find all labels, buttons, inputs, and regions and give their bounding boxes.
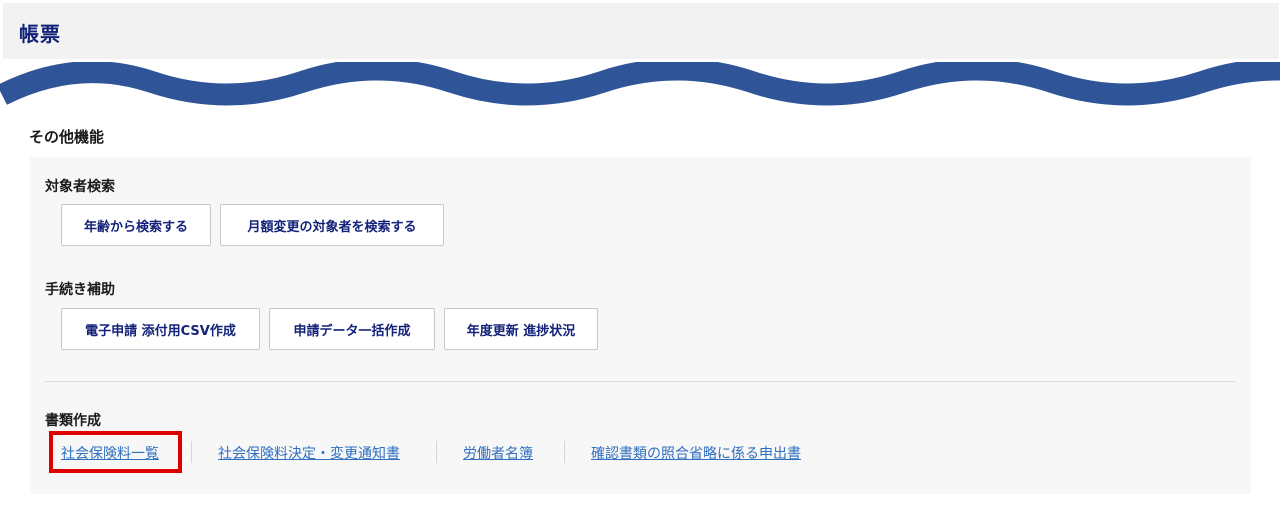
group-label-documents: 書類作成 [45, 413, 101, 429]
wave-line [0, 62, 1280, 106]
link-separator [564, 441, 565, 463]
section-divider [45, 381, 1235, 382]
bulk-application-button[interactable]: 申請データ一括作成 [269, 308, 435, 350]
section-title: その他機能 [29, 128, 105, 146]
link-verification-omission-request[interactable]: 確認書類の照合省略に係る申出書 [591, 443, 801, 463]
functions-panel: 対象者検索 年齢から検索する 月額変更の対象者を検索する 手続き補助 電子申請 … [30, 157, 1251, 494]
highlight-box [49, 431, 182, 473]
search-monthly-change-button[interactable]: 月額変更の対象者を検索する [220, 204, 444, 246]
group-label-search: 対象者検索 [45, 179, 115, 195]
link-insurance-notice[interactable]: 社会保険料決定・変更通知書 [218, 443, 400, 463]
search-by-age-button[interactable]: 年齢から検索する [61, 204, 211, 246]
page-header: 帳票 [3, 3, 1279, 59]
group-label-assist: 手続き補助 [45, 282, 115, 298]
csv-create-button[interactable]: 電子申請 添付用CSV作成 [61, 308, 260, 350]
annual-update-progress-button[interactable]: 年度更新 進捗状況 [444, 308, 598, 350]
wave-divider [0, 62, 1280, 106]
page-title: 帳票 [19, 22, 61, 46]
link-separator [436, 441, 437, 463]
link-worker-roster[interactable]: 労働者名簿 [463, 443, 533, 463]
link-separator [191, 441, 192, 463]
